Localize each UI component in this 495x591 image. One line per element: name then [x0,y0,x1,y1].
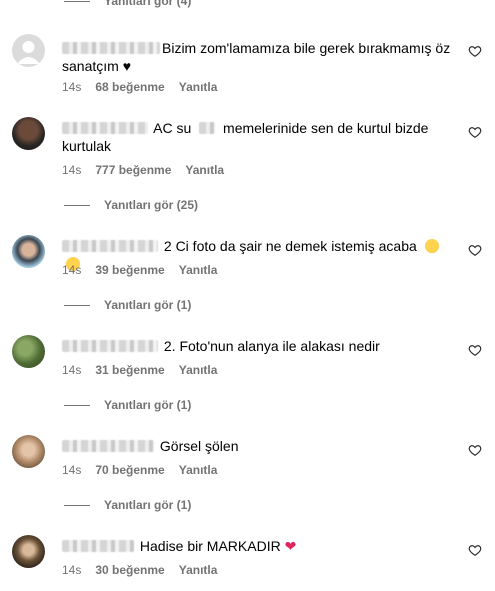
blurred-username[interactable] [62,240,158,252]
view-replies-row[interactable]: Yanıtları gör (1) [64,298,191,312]
comment-text: Bizim zom'lamamıza bile gerek bırakmamış… [62,39,458,75]
reply-button[interactable]: Yanıtla [185,163,224,177]
heart-outline-icon[interactable] [468,343,482,357]
comment-body-part: AC su [153,120,192,136]
heart-outline-icon[interactable] [468,443,482,457]
comment-body: Hadise bir MARKADIR [139,538,281,554]
replies-line [64,504,90,506]
avatar[interactable] [12,117,45,150]
comment-time[interactable]: 14s [62,263,81,277]
comment-text: Görsel şölen [62,437,458,455]
blurred-word [199,122,216,134]
reply-button[interactable]: Yanıtla [179,263,218,277]
view-replies-row[interactable]: Yanıtları gör (4) [64,0,191,8]
reply-button[interactable]: Yanıtla [179,563,218,577]
avatar[interactable] [12,335,45,368]
reply-button[interactable]: Yanıtla [179,363,218,377]
view-replies-link[interactable]: Yanıtları gör (1) [104,298,191,312]
comment-body: Görsel şölen [159,438,239,454]
like-count[interactable]: 777 beğenme [95,163,171,177]
heart-outline-icon[interactable] [468,44,482,58]
blurred-username[interactable] [62,540,134,552]
comment-time[interactable]: 14s [62,163,81,177]
like-count[interactable]: 68 beğenme [95,80,164,94]
view-replies-link[interactable]: Yanıtları gör (4) [104,0,191,8]
blurred-username[interactable] [62,440,154,452]
view-replies-link[interactable]: Yanıtları gör (1) [104,398,191,412]
replies-line [64,204,90,206]
reply-button[interactable]: Yanıtla [179,80,218,94]
blurred-username[interactable] [62,122,148,134]
comment-time[interactable]: 14s [62,563,81,577]
avatar[interactable] [12,235,45,268]
default-avatar-icon [17,41,40,64]
like-count[interactable]: 30 beğenme [95,563,164,577]
view-replies-link[interactable]: Yanıtları gör (1) [104,498,191,512]
replies-line [64,404,90,406]
heart-outline-icon[interactable] [468,543,482,557]
comment-body: 2 Ci foto da şair ne demek istemiş acaba [163,238,417,254]
comment-text: 2. Foto'nun alanya ile alakası nedir [62,337,458,355]
avatar[interactable] [12,34,45,67]
view-replies-row[interactable]: Yanıtları gör (1) [64,498,191,512]
comment-body: 2. Foto'nun alanya ile alakası nedir [163,338,380,354]
comment-text: AC su memelerinide sen de kurtul bizde k… [62,119,458,155]
comment-meta: 14s 31 beğenme Yanıtla [62,363,217,377]
avatar[interactable] [12,535,45,568]
like-count[interactable]: 70 beğenme [95,463,164,477]
like-count[interactable]: 31 beğenme [95,363,164,377]
replies-line [64,0,90,2]
like-count[interactable]: 39 beğenme [95,263,164,277]
comment-meta: 14s 70 beğenme Yanıtla [62,463,217,477]
comment-meta: 14s 39 beğenme Yanıtla [62,263,217,277]
comment-time[interactable]: 14s [62,463,81,477]
blurred-username[interactable] [62,340,158,352]
comment-meta: 14s 68 beğenme Yanıtla [62,80,217,94]
heart-emoji: ♥ [122,58,132,74]
comment-time[interactable]: 14s [62,80,81,94]
view-replies-row[interactable]: Yanıtları gör (1) [64,398,191,412]
avatar[interactable] [12,435,45,468]
heart-outline-icon[interactable] [468,125,482,139]
replies-line [64,304,90,306]
view-replies-link[interactable]: Yanıtları gör (25) [104,198,198,212]
comment-meta: 14s 777 beğenme Yanıtla [62,163,224,177]
comment-text: Hadise bir MARKADIR ❤ [62,537,458,555]
reply-button[interactable]: Yanıtla [179,463,218,477]
comment-time[interactable]: 14s [62,363,81,377]
heart-outline-icon[interactable] [468,243,482,257]
flushed-face-emoji [424,239,439,253]
blurred-username[interactable] [62,42,160,54]
view-replies-row[interactable]: Yanıtları gör (25) [64,198,198,212]
red-heart-emoji: ❤ [284,538,297,554]
comment-meta: 14s 30 beğenme Yanıtla [62,563,217,577]
